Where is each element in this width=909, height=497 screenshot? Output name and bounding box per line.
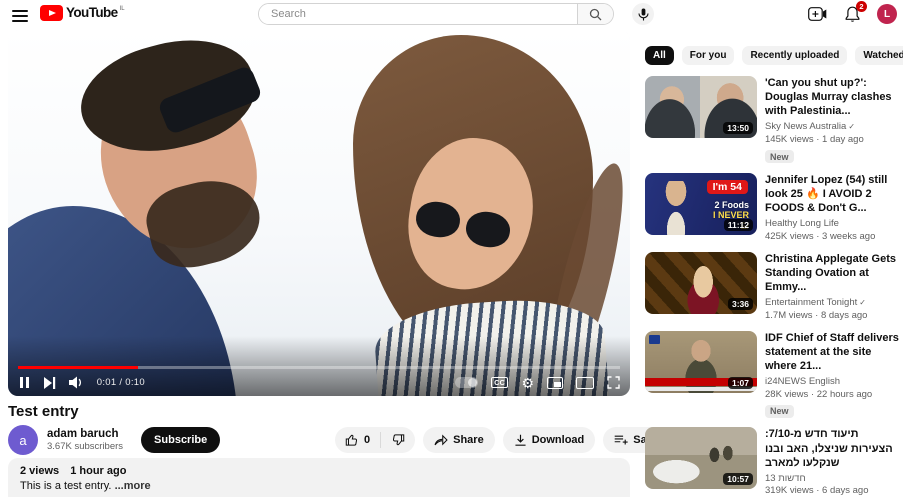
video-player[interactable]: 0:01 / 0:10 CC ⚙ <box>8 30 630 396</box>
description-meta: 2 views 1 hour ago <box>20 465 618 477</box>
related-video-item[interactable]: 13:50 'Can you shut up?': Douglas Murray… <box>645 76 903 165</box>
duration-badge: 3:36 <box>727 297 753 310</box>
duration-badge: 11:12 <box>723 218 753 231</box>
related-meta: 145K views · 1 day ago <box>765 134 864 146</box>
subtitles-button[interactable]: CC <box>490 376 509 389</box>
subscribe-button[interactable]: Subscribe <box>141 427 221 453</box>
theater-icon <box>576 376 594 389</box>
duration-badge: 1:07 <box>727 376 753 389</box>
related-title: Jennifer Lopez (54) still look 25 🔥 I AV… <box>765 173 888 215</box>
related-channel: Sky News Australia ✓ <box>765 121 856 133</box>
download-icon <box>515 434 526 446</box>
filter-chips: All For you Recently uploaded Watched <box>645 46 903 65</box>
settings-button[interactable]: ⚙ <box>521 376 534 390</box>
voice-search-button[interactable] <box>632 3 654 25</box>
theater-mode-button[interactable] <box>576 376 594 389</box>
new-badge: New <box>765 150 794 164</box>
video-thumbnail[interactable]: 13:50 <box>645 76 757 138</box>
related-videos-panel: All For you Recently uploaded Watched 13… <box>645 46 903 497</box>
search-button[interactable] <box>577 4 613 24</box>
thumbs-up-icon <box>345 434 358 446</box>
view-count: 2 views <box>20 465 60 477</box>
related-title: 'Can you shut up?': Douglas Murray clash… <box>765 77 892 118</box>
autoplay-toggle[interactable] <box>454 377 478 388</box>
search-bar[interactable] <box>258 3 614 25</box>
search-icon <box>589 8 602 20</box>
video-title: Test entry <box>8 403 79 420</box>
broadcaster-logo <box>649 334 660 344</box>
volume-button[interactable] <box>68 376 84 389</box>
like-button[interactable]: 0 <box>335 427 380 453</box>
fullscreen-icon <box>607 376 620 389</box>
microphone-icon <box>637 8 649 20</box>
thumbs-down-icon <box>393 434 405 446</box>
description-box[interactable]: 2 views 1 hour ago This is a test entry.… <box>8 458 630 497</box>
youtube-logo[interactable]: YouTube IL <box>40 5 125 21</box>
new-badge: New <box>765 404 794 418</box>
pause-button[interactable] <box>18 377 31 388</box>
upload-date: 1 hour ago <box>70 465 127 477</box>
duration-badge: 10:57 <box>723 473 753 486</box>
search-input[interactable] <box>259 4 577 24</box>
related-title: IDF Chief of Staff delivers statement at… <box>765 331 899 372</box>
thumbnail-text-badge: I'm 54 <box>706 179 748 194</box>
chip-recently-uploaded[interactable]: Recently uploaded <box>742 46 848 65</box>
create-button[interactable] <box>807 4 827 24</box>
share-icon <box>434 434 448 446</box>
related-video-item[interactable]: I'm 54 2 Foods I NEVER E/ 11:12 Jennifer… <box>645 172 903 244</box>
fullscreen-button[interactable] <box>607 376 620 389</box>
related-meta: 1.7M views · 8 days ago <box>765 309 868 321</box>
verified-icon: ✓ <box>848 122 856 132</box>
create-icon <box>807 7 826 21</box>
share-button[interactable]: Share <box>423 427 495 453</box>
time-display: 0:01 / 0:10 <box>96 377 145 388</box>
video-thumbnail[interactable]: I'm 54 2 Foods I NEVER E/ 11:12 <box>645 172 757 235</box>
video-thumbnail[interactable]: 10:57 <box>645 427 757 490</box>
related-channel: חדשות 13 <box>765 472 806 484</box>
next-button[interactable] <box>43 376 56 389</box>
related-channel: Entertainment Tonight ✓ <box>765 296 866 308</box>
notifications-button[interactable]: 2 <box>842 1 867 24</box>
video-thumbnail[interactable]: 1:07 <box>645 330 757 393</box>
save-playlist-icon <box>614 435 628 445</box>
subscriber-count: 3.67K subscribers <box>47 441 124 453</box>
chip-for-you[interactable]: For you <box>681 46 735 65</box>
like-count: 0 <box>364 434 371 446</box>
menu-icon[interactable] <box>12 7 28 22</box>
chip-watched[interactable]: Watched <box>855 46 903 65</box>
like-dislike-group: 0 <box>335 427 416 453</box>
video-thumbnail[interactable]: 3:36 <box>645 251 757 314</box>
top-app-bar: YouTube IL Search 2 L <box>0 0 909 28</box>
verified-icon: ✓ <box>859 297 866 307</box>
miniplayer-icon <box>547 376 563 389</box>
related-title: Christina Applegate Gets Standing Ovatio… <box>765 252 897 293</box>
dislike-button[interactable] <box>381 427 415 453</box>
related-video-item[interactable]: 10:57 תיעוד חדש מ-7/10: הצעירות שניצלו, … <box>645 427 903 497</box>
related-channel: Healthy Long Life <box>765 218 839 230</box>
account-avatar[interactable]: L <box>877 4 897 24</box>
related-title: תיעוד חדש מ-7/10: הצעירות שניצלו, האב וב… <box>765 428 893 469</box>
related-meta: 319K views · 6 days ago <box>765 485 869 497</box>
related-video-item[interactable]: 3:36 Christina Applegate Gets Standing O… <box>645 251 903 323</box>
player-controls: 0:01 / 0:10 CC ⚙ <box>8 369 630 396</box>
country-code-label: IL <box>119 6 125 12</box>
miniplayer-button[interactable] <box>547 376 563 389</box>
related-meta: 425K views · 3 weeks ago <box>765 230 876 242</box>
show-more-link[interactable]: ...more <box>115 480 151 492</box>
channel-name[interactable]: adam baruch <box>47 428 123 442</box>
related-channel: i24NEWS English <box>765 375 840 387</box>
chip-all[interactable]: All <box>645 46 674 65</box>
volume-icon <box>68 376 81 389</box>
notification-count-badge: 2 <box>856 1 867 12</box>
channel-avatar[interactable]: a <box>8 425 38 455</box>
skip-next-icon <box>43 376 55 389</box>
download-button[interactable]: Download <box>502 427 596 453</box>
related-meta: 28K views · 22 hours ago <box>765 388 873 400</box>
description-text: This is a test entry. ...more <box>20 480 151 492</box>
duration-badge: 13:50 <box>723 122 753 134</box>
youtube-play-icon <box>40 5 63 21</box>
youtube-logo-text: YouTube <box>66 5 118 20</box>
related-video-item[interactable]: 1:07 IDF Chief of Staff delivers stateme… <box>645 330 903 420</box>
